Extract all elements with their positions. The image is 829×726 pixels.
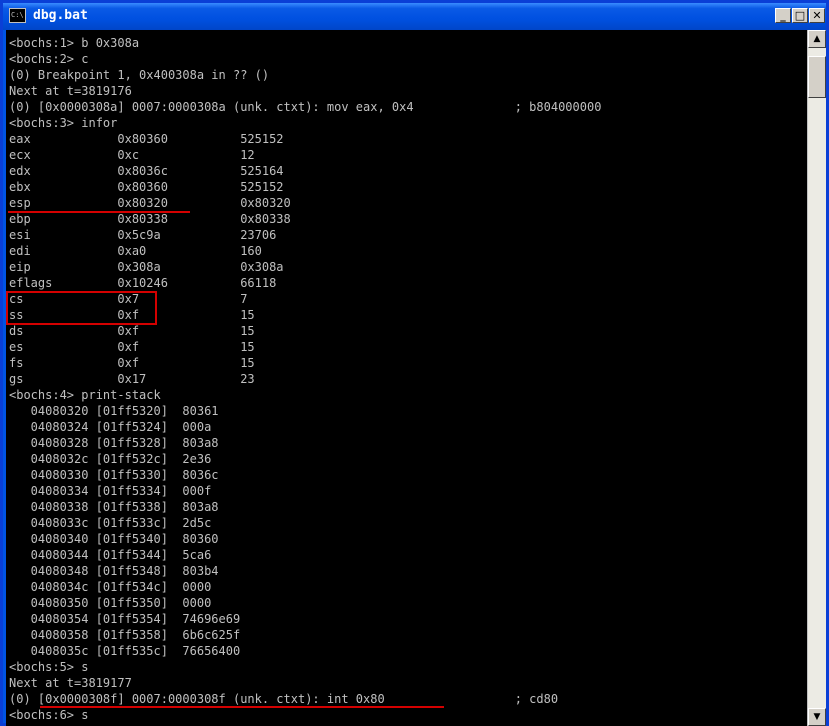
console-line: eflags 0x10246 66118 [9, 276, 277, 290]
console-line: 04080340 [01ff5340] 80360 [9, 532, 219, 546]
console-line: <bochs:2> c [9, 52, 89, 66]
console-line: 04080334 [01ff5334] 000f [9, 484, 212, 498]
console-line: 04080344 [01ff5344] 5ca6 [9, 548, 212, 562]
console-line: <bochs:4> print-stack [9, 388, 161, 402]
console-line: fs 0xf 15 [9, 356, 255, 370]
console-line: edx 0x8036c 525164 [9, 164, 284, 178]
console-line: ecx 0xc 12 [9, 148, 255, 162]
console-line: ds 0xf 15 [9, 324, 255, 338]
console-line: <bochs:1> b 0x308a [9, 36, 140, 50]
maximize-button[interactable]: □ [792, 8, 808, 23]
console-line: (0) [0x0000308a] 0007:0000308a (unk. ctx… [9, 100, 602, 114]
console-line: <bochs:3> infor [9, 116, 118, 130]
minimize-button[interactable]: _ [775, 8, 791, 23]
vertical-scrollbar[interactable]: ▲ ▼ [807, 30, 826, 726]
scroll-down-button[interactable]: ▼ [808, 708, 826, 726]
console-line: 0408034c [01ff534c] 0000 [9, 580, 212, 594]
console-app-icon[interactable]: C:\ [9, 8, 26, 23]
console-line: gs 0x17 23 [9, 372, 255, 386]
console-line: 04080330 [01ff5330] 8036c [9, 468, 219, 482]
console-line: 04080320 [01ff5320] 80361 [9, 404, 219, 418]
console-line: Next at t=3819177 [9, 676, 132, 690]
console-line: edi 0xa0 160 [9, 244, 262, 258]
console-line: 04080354 [01ff5354] 74696e69 [9, 612, 241, 626]
console-line: 04080358 [01ff5358] 6b6c625f [9, 628, 241, 642]
console-line: 04080348 [01ff5348] 803b4 [9, 564, 219, 578]
console-line: 0408032c [01ff532c] 2e36 [9, 452, 212, 466]
console-line: <bochs:6> s [9, 708, 89, 722]
console-line: ebx 0x80360 525152 [9, 180, 284, 194]
scroll-thumb[interactable] [808, 56, 826, 98]
console-output[interactable]: <bochs:1> b 0x308a <bochs:2> c (0) Breakpo… [6, 30, 807, 726]
console-line: ebp 0x80338 0x80338 [9, 212, 291, 226]
console-line: 0408035c [01ff535c] 76656400 [9, 644, 241, 658]
console-line: 04080328 [01ff5328] 803a8 [9, 436, 219, 450]
console-line: Next at t=3819176 [9, 84, 132, 98]
console-line: 04080350 [01ff5350] 0000 [9, 596, 212, 610]
console-line: esi 0x5c9a 23706 [9, 228, 277, 242]
console-line: esp 0x80320 0x80320 [9, 196, 291, 210]
console-line: eax 0x80360 525152 [9, 132, 284, 146]
scroll-up-button[interactable]: ▲ [808, 30, 826, 48]
console-window: C:\ dbg.bat _ □ ✕ <bochs:1> b 0x308a <boc… [0, 0, 829, 726]
int-0x80-underline [40, 706, 444, 708]
console-line: 04080324 [01ff5324] 000a [9, 420, 212, 434]
console-line: es 0xf 15 [9, 340, 255, 354]
window-title: dbg.bat [33, 8, 88, 23]
console-line: (0) [0x0000308f] 0007:0000308f (unk. ctx… [9, 692, 559, 706]
console-line: eip 0x308a 0x308a [9, 260, 284, 274]
cs-ss-highlight-box [6, 291, 157, 325]
console-line: 04080338 [01ff5338] 803a8 [9, 500, 219, 514]
console-line: <bochs:5> s [9, 660, 89, 674]
console-line: (0) Breakpoint 1, 0x400308a in ?? () [9, 68, 270, 82]
title-bar[interactable]: C:\ dbg.bat _ □ ✕ [3, 3, 826, 30]
esp-underline [8, 211, 190, 213]
close-button[interactable]: ✕ [809, 8, 825, 23]
console-line: 0408033c [01ff533c] 2d5c [9, 516, 212, 530]
